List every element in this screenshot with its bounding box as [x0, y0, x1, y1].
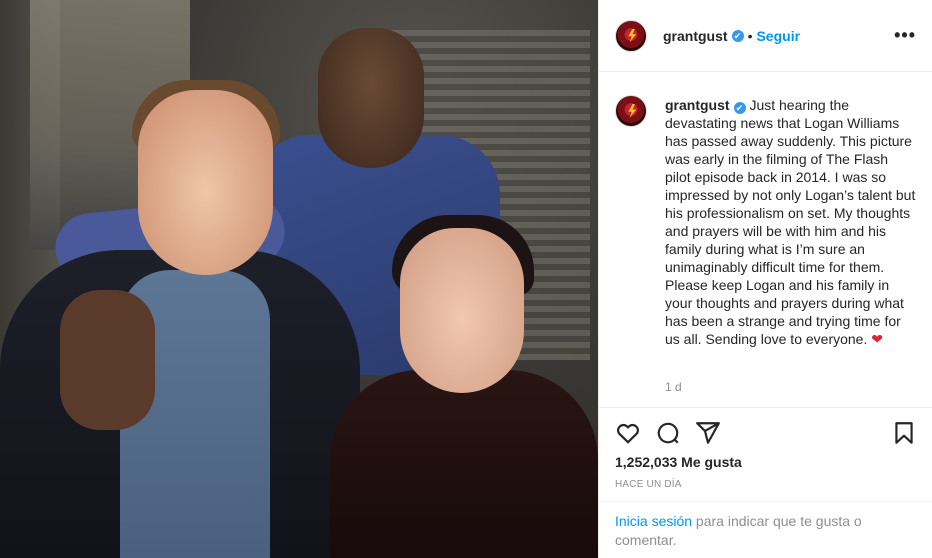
follow-button[interactable]: Seguir — [756, 28, 800, 44]
profile-avatar[interactable] — [615, 19, 647, 52]
separator-dot: • — [747, 27, 753, 44]
verified-badge-icon: ✔ — [731, 29, 744, 42]
verified-badge-icon: ✔ — [733, 102, 746, 114]
person-officer-head — [318, 28, 424, 168]
post-header: grantgust ✔ • Seguir ••• — [599, 0, 932, 72]
caption-block: grantgust ✔ Just hearing the devastating … — [615, 95, 917, 348]
likes-count[interactable]: 1,252,033 Me gusta — [615, 454, 742, 470]
login-prompt: Inicia sesión para indicar que te gusta … — [599, 501, 932, 558]
header-username[interactable]: grantgust — [663, 28, 728, 44]
caption-username[interactable]: grantgust — [665, 97, 730, 113]
lightning-bolt-icon — [628, 28, 637, 43]
caption-avatar[interactable] — [615, 95, 647, 127]
red-heart-emoji: ❤ — [871, 331, 883, 347]
post-side-panel: grantgust ✔ • Seguir ••• grantgust ✔ Just… — [598, 0, 932, 558]
caption-body: Just hearing the devastating news that L… — [665, 97, 916, 347]
lightning-bolt-icon — [628, 104, 637, 118]
comment-icon[interactable] — [655, 420, 681, 446]
heart-icon[interactable] — [615, 420, 641, 446]
bookmark-icon[interactable] — [891, 420, 917, 446]
person-left-head — [138, 90, 273, 275]
more-options-icon[interactable]: ••• — [894, 25, 916, 46]
person-boy-body — [330, 370, 598, 558]
post-photo[interactable] — [0, 0, 598, 558]
caption-text: grantgust ✔ Just hearing the devastating … — [665, 96, 917, 348]
caption-timestamp[interactable]: 1 d — [665, 380, 682, 394]
share-icon[interactable] — [695, 420, 721, 446]
instagram-post: grantgust ✔ • Seguir ••• grantgust ✔ Just… — [0, 0, 932, 558]
login-link[interactable]: Inicia sesión — [615, 513, 692, 529]
person-officer-hand — [60, 290, 155, 430]
person-boy-head — [400, 228, 524, 393]
action-bar — [599, 407, 932, 446]
posted-time[interactable]: HACE UN DÍA — [615, 479, 682, 490]
